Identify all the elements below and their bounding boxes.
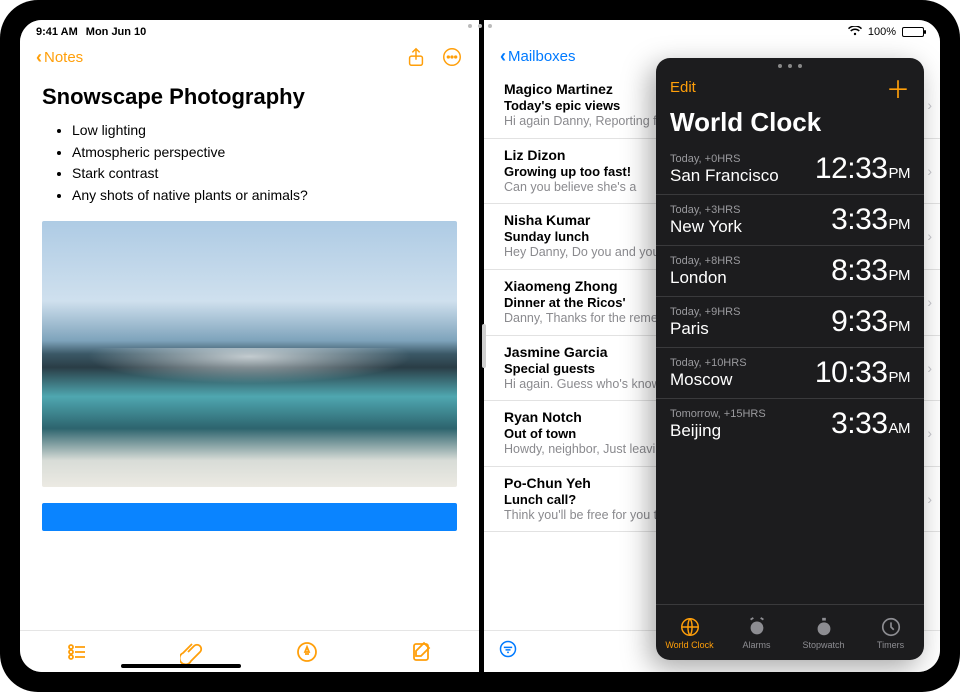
city-offset: Today, +10HRS [670,357,747,369]
markup-button[interactable] [295,640,319,664]
city-offset: Today, +9HRS [670,306,740,318]
mail-filter-button[interactable] [498,639,518,664]
note-bullet: Any shots of native plants or animals? [72,185,457,207]
chevron-left-icon: ‹ [36,47,42,68]
world-clock-city-row[interactable]: Today, +0HRSSan Francisco 12:33PM [656,144,924,194]
checklist-button[interactable] [65,640,89,664]
city-time: 8:33PM [831,254,910,288]
chevron-right-icon: › [927,163,932,179]
notes-app-pane: ‹ Notes Snowscape Photography Low light [20,20,484,672]
city-offset: Today, +3HRS [670,204,742,216]
note-bullet: Atmospheric perspective [72,142,457,164]
city-name: New York [670,217,742,237]
notes-back-button[interactable]: ‹ Notes [36,47,83,68]
city-offset: Today, +8HRS [670,255,740,267]
home-indicator-left[interactable] [121,664,241,668]
tab-alarms[interactable]: Alarms [723,605,790,660]
tab-label: Stopwatch [802,640,844,650]
city-name: London [670,268,740,288]
more-button[interactable] [441,46,463,68]
clock-edit-button[interactable]: Edit [670,79,696,96]
world-clock-city-row[interactable]: Tomorrow, +15HRSBeijing 3:33AM [656,398,924,449]
ipad-frame: 9:41 AM Mon Jun 10 100% ‹ Notes [0,0,960,692]
note-body[interactable]: Snowscape Photography Low lighting Atmos… [20,74,479,630]
chevron-right-icon: › [927,97,932,113]
notes-nav-bar: ‹ Notes [20,20,479,74]
world-clock-title: World Clock [656,107,924,144]
chevron-right-icon: › [927,228,932,244]
note-title: Snowscape Photography [42,84,457,110]
note-bullet: Stark contrast [72,163,457,185]
mail-back-button[interactable]: ‹ Mailboxes [500,46,576,67]
mail-back-label: Mailboxes [508,48,576,65]
tab-label: Timers [877,640,904,650]
note-selection-highlight [42,503,457,531]
note-bullet-list: Low lighting Atmospheric perspective Sta… [42,120,457,207]
city-name: Paris [670,319,740,339]
chevron-right-icon: › [927,425,932,441]
city-time: 12:33PM [815,152,910,186]
city-name: San Francisco [670,166,779,186]
city-time: 3:33PM [831,203,910,237]
world-clock-city-row[interactable]: Today, +10HRSMoscow 10:33PM [656,347,924,398]
clock-tab-bar: World Clock Alarms Stopwatch Timers [656,604,924,660]
chevron-right-icon: › [927,294,932,310]
world-clock-list[interactable]: Today, +0HRSSan Francisco12:33PMToday, +… [656,144,924,604]
city-time: 3:33AM [831,407,910,441]
globe-icon [679,616,701,638]
compose-note-button[interactable] [410,640,434,664]
note-attached-photo[interactable] [42,221,457,487]
city-time: 9:33PM [831,305,910,339]
mail-app-pane: ‹ Mailboxes Magico MartinezToday's epic … [484,20,940,672]
attachment-button[interactable] [180,640,204,664]
chevron-right-icon: › [927,360,932,376]
timer-icon [880,616,902,638]
tab-timers[interactable]: Timers [857,605,924,660]
share-button[interactable] [405,46,427,68]
city-offset: Tomorrow, +15HRS [670,408,766,420]
city-time: 10:33PM [815,356,910,390]
notes-toolbar [20,630,479,672]
split-view-divider[interactable] [482,324,486,368]
tab-label: Alarms [742,640,770,650]
chevron-left-icon: ‹ [500,46,506,67]
world-clock-slideover[interactable]: Edit ＋ World Clock Today, +0HRSSan Franc… [656,58,924,660]
screen: 9:41 AM Mon Jun 10 100% ‹ Notes [20,20,940,672]
tab-world-clock[interactable]: World Clock [656,605,723,660]
chevron-right-icon: › [927,491,932,507]
tab-stopwatch[interactable]: Stopwatch [790,605,857,660]
stopwatch-icon [813,616,835,638]
note-bullet: Low lighting [72,120,457,142]
alarm-icon [746,616,768,638]
city-offset: Today, +0HRS [670,153,779,165]
clock-add-button[interactable]: ＋ [886,70,910,105]
tab-label: World Clock [665,640,713,650]
world-clock-city-row[interactable]: Today, +3HRSNew York 3:33PM [656,194,924,245]
city-name: Beijing [670,421,766,441]
world-clock-city-row[interactable]: Today, +8HRSLondon 8:33PM [656,245,924,296]
world-clock-city-row[interactable]: Today, +9HRSParis 9:33PM [656,296,924,347]
city-name: Moscow [670,370,747,390]
notes-back-label: Notes [44,49,83,66]
